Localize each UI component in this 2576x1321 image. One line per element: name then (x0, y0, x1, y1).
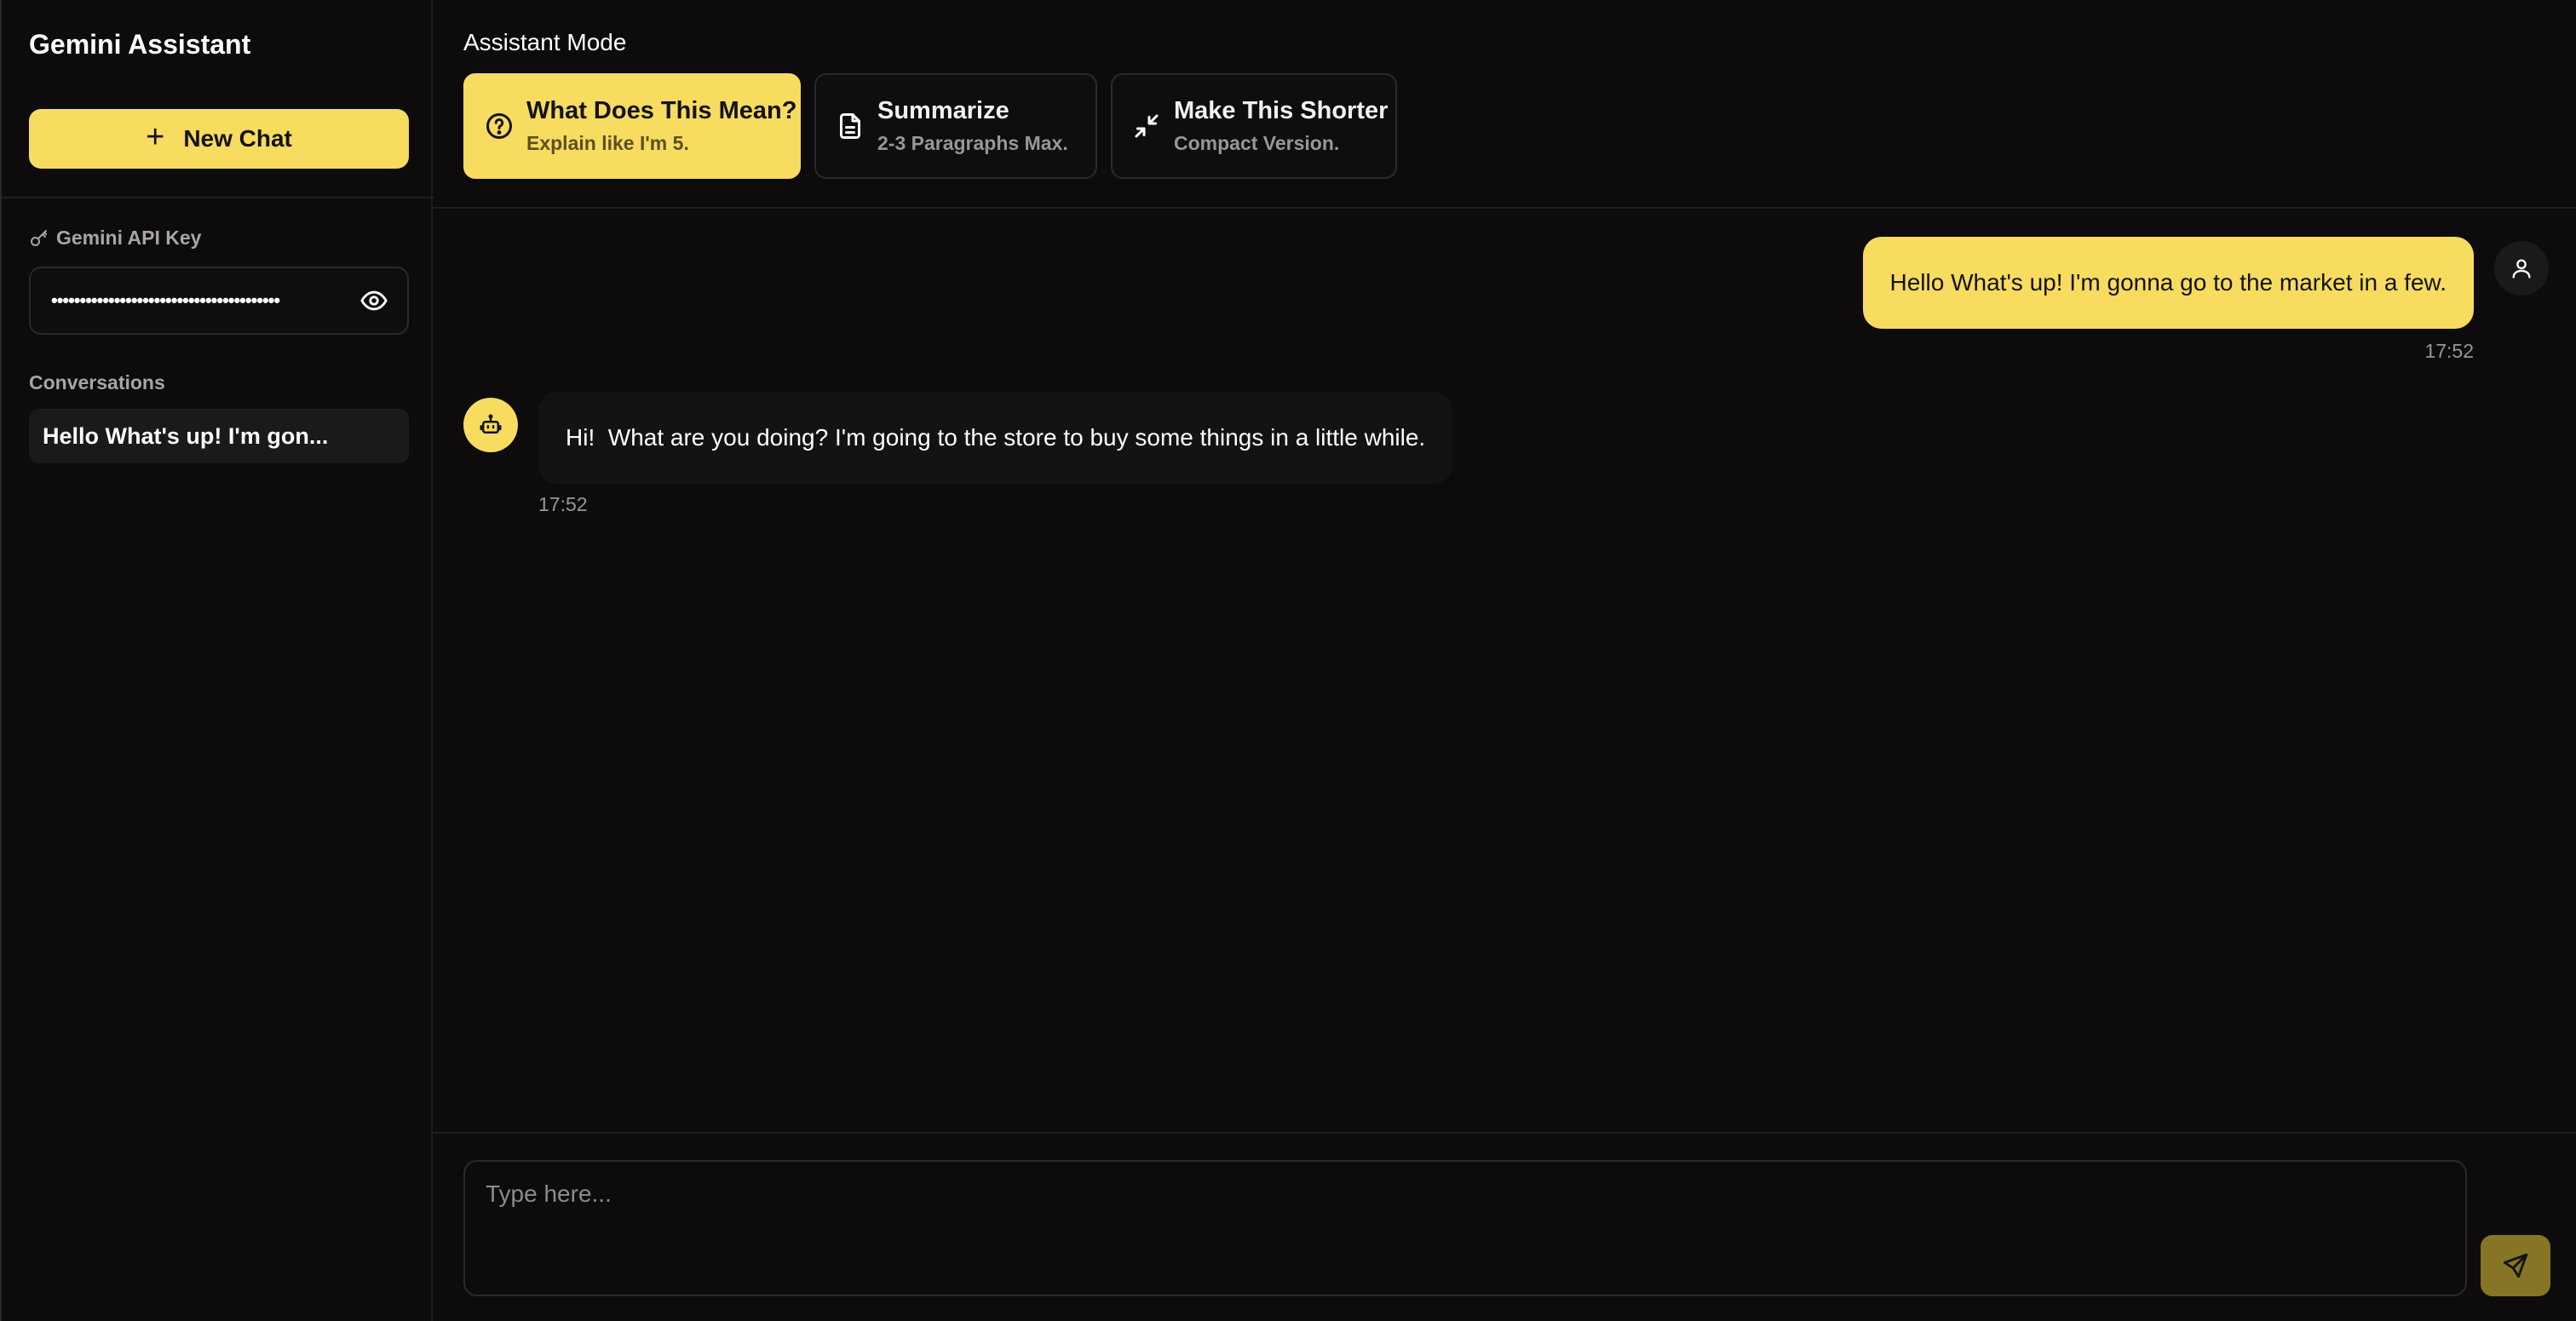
new-chat-label: New Chat (183, 125, 292, 152)
plus-icon: + (146, 119, 165, 155)
assistant-message-text: Hi! What are you doing? I'm going to the… (566, 424, 1426, 451)
conversation-title: Hello What's up! I'm gon... (43, 422, 329, 449)
message-input[interactable]: Type here... (463, 1160, 2467, 1296)
compress-arrows-icon (1135, 114, 1159, 138)
api-key-label-row: Gemini API Key (29, 227, 201, 250)
user-message-time: 17:52 (2424, 340, 2474, 362)
message-input-placeholder: Type here... (486, 1180, 612, 1207)
mode-make-shorter[interactable]: Make This Shorter Compact Version. (1111, 73, 1397, 179)
question-circle-icon (486, 113, 512, 139)
mode-title: Summarize (877, 97, 1009, 124)
assistant-message: Hi! What are you doing? I'm going to the… (538, 392, 1453, 484)
send-button[interactable] (2481, 1235, 2550, 1296)
assistant-message-time: 17:52 (538, 493, 588, 515)
mode-what-does-this-mean[interactable]: What Does This Mean? Explain like I'm 5. (463, 73, 801, 179)
mode-title: What Does This Mean? (526, 97, 797, 124)
conversation-item[interactable]: Hello What's up! I'm gon... (29, 409, 409, 463)
composer-divider (433, 1132, 2576, 1134)
key-icon (31, 229, 47, 246)
document-icon (840, 113, 860, 139)
assistant-avatar (463, 398, 518, 452)
send-icon (2503, 1253, 2528, 1278)
user-icon (2512, 259, 2531, 279)
api-key-value: •••••••••••••••••••••••••••••••••••••••• (51, 290, 280, 311)
modes-divider (433, 207, 2576, 209)
eye-icon[interactable] (359, 286, 388, 315)
user-avatar (2494, 241, 2549, 296)
mode-summarize[interactable]: Summarize 2-3 Paragraphs Max. (814, 73, 1097, 179)
app-title: Gemini Assistant (29, 29, 251, 60)
mode-subtitle: Compact Version. (1174, 132, 1340, 154)
api-key-label: Gemini API Key (56, 227, 202, 249)
mode-title: Make This Shorter (1174, 97, 1389, 124)
sidebar-divider (2, 197, 434, 198)
robot-icon (480, 414, 502, 434)
user-message-text: Hello What's up! I'm gonna go to the mar… (1889, 269, 2447, 296)
chat-main: Assistant Mode What Does This Mean? Expl… (433, 0, 2576, 1321)
mode-subtitle: 2-3 Paragraphs Max. (877, 132, 1068, 154)
user-message: Hello What's up! I'm gonna go to the mar… (1862, 237, 2474, 329)
new-chat-button[interactable]: + New Chat (29, 109, 409, 169)
api-key-input[interactable]: •••••••••••••••••••••••••••••••••••••••• (29, 267, 409, 335)
conversations-heading: Conversations (29, 371, 165, 393)
mode-subtitle: Explain like I'm 5. (526, 132, 689, 154)
assistant-mode-title: Assistant Mode (463, 29, 627, 55)
sidebar: Gemini Assistant + New Chat Gemini API K… (0, 0, 434, 1321)
app-window: Gemini Assistant + New Chat Gemini API K… (0, 0, 2576, 1321)
